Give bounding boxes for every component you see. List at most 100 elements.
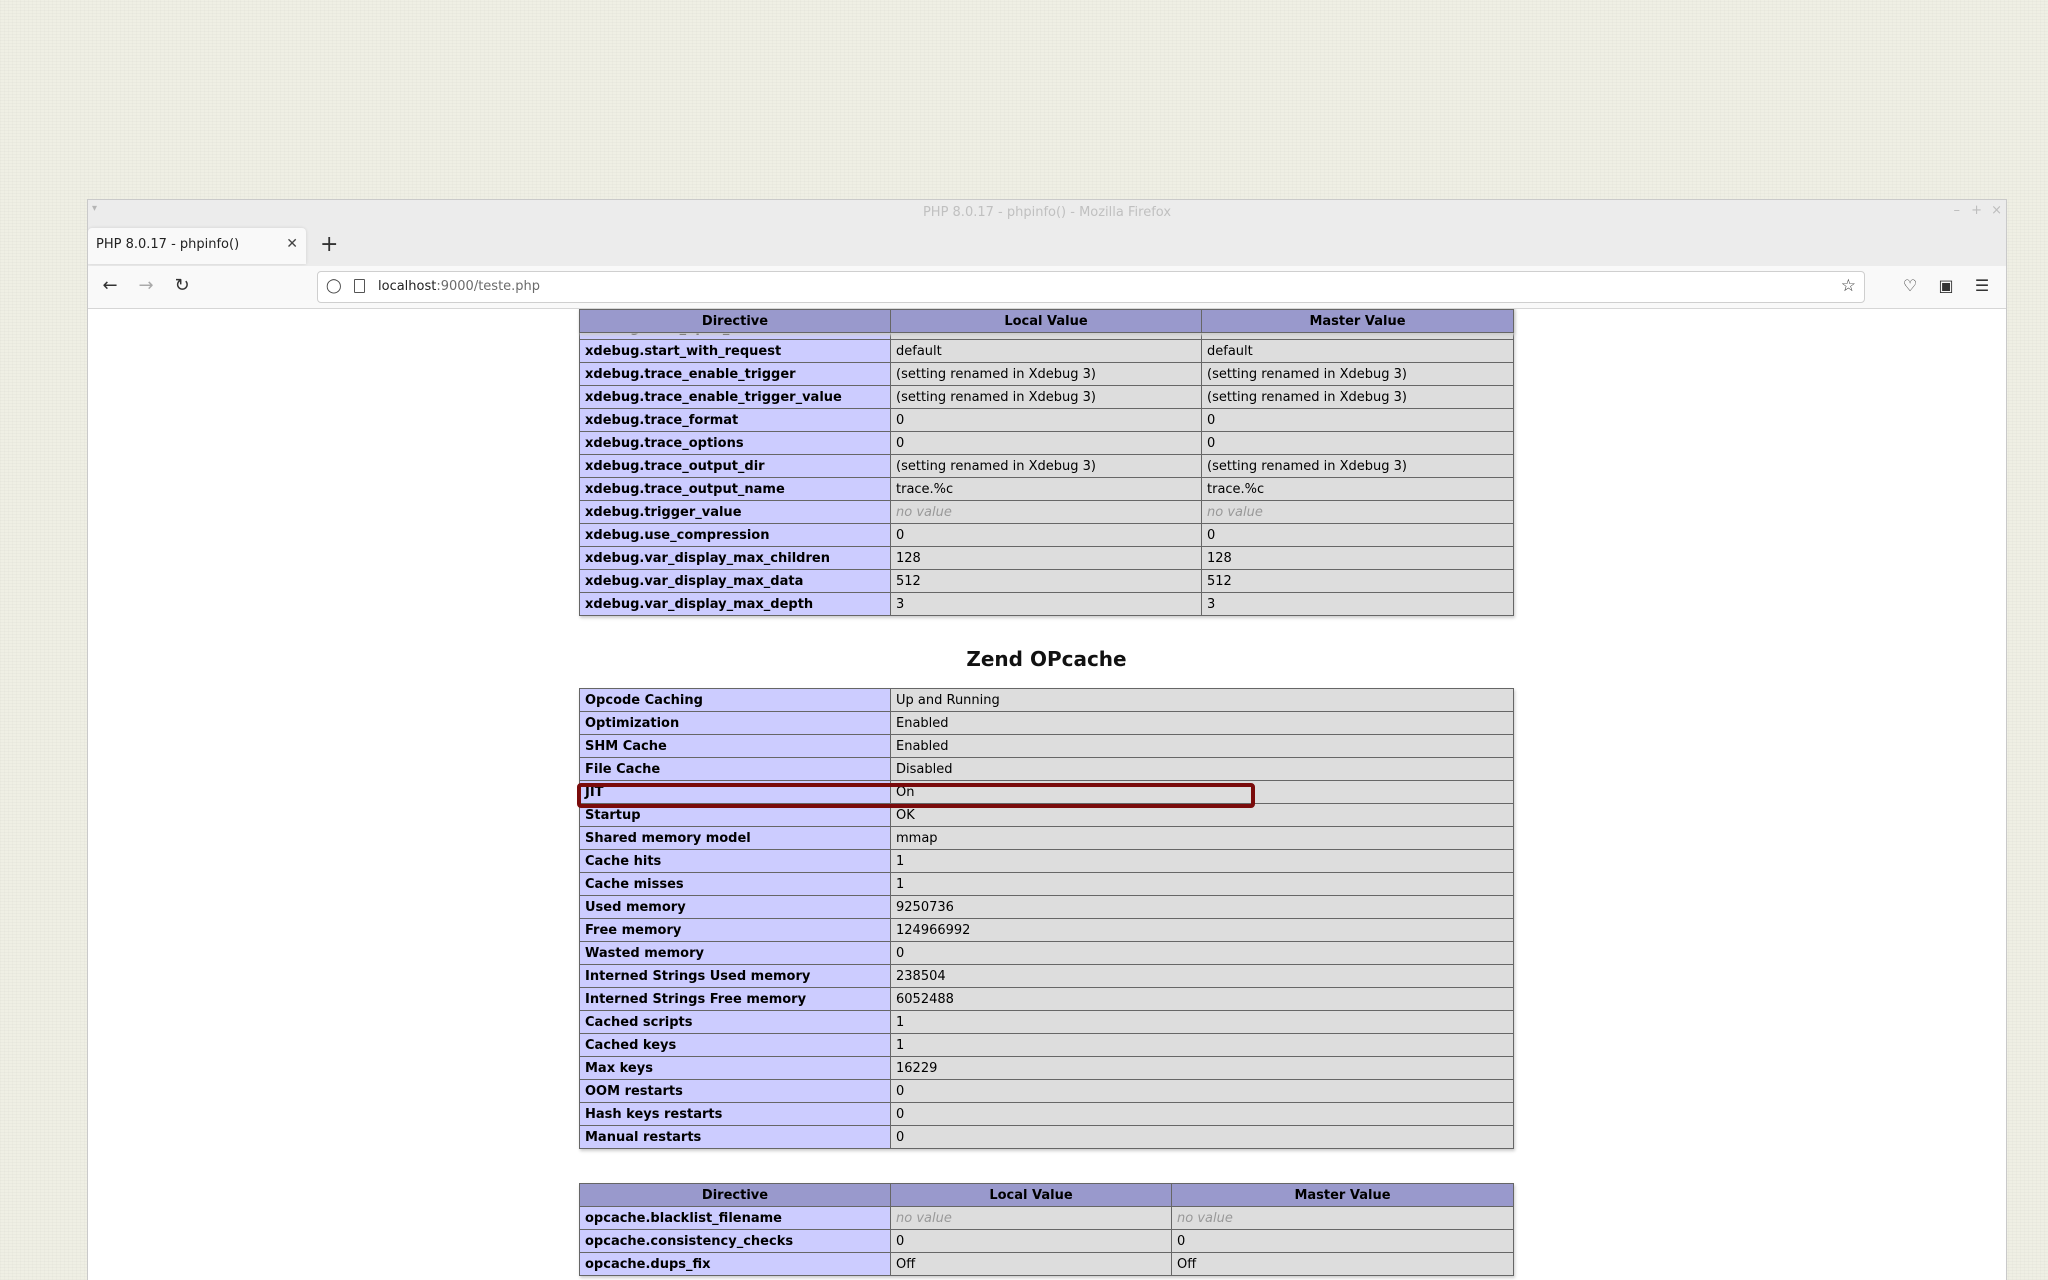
table-row: opcache.blacklist_filename no value no val… [579, 1206, 1514, 1230]
directive-cell: Hash keys restarts [579, 1102, 891, 1126]
table-row: Optimization Enabled [579, 711, 1514, 735]
tab-phpinfo[interactable]: PHP 8.0.17 - phpinfo() ✕ [88, 228, 306, 264]
directive-cell: xdebug.trigger_value [579, 500, 891, 524]
section-title-zend-opcache: Zend OPcache [966, 647, 1127, 671]
title-bar: ▾ PHP 8.0.17 - phpinfo() - Mozilla Firef… [88, 200, 2006, 227]
local-value-cell: 124966992 [890, 918, 1514, 942]
directive-cell: opcache.dups_fix [579, 1252, 891, 1276]
account-icon[interactable]: ▣ [1934, 275, 1958, 297]
directive-cell: xdebug.trace_output_name [579, 477, 891, 501]
directive-cell: xdebug.use_compression [579, 523, 891, 547]
directive-cell: opcache.blacklist_filename [579, 1206, 891, 1230]
local-value-cell: 3 [890, 592, 1202, 616]
directive-cell: Interned Strings Used memory [579, 964, 891, 988]
back-arrow-icon[interactable]: ← [98, 275, 122, 297]
table-row: File Cache Disabled [579, 757, 1514, 781]
table-row: xdebug.trigger_value no value no value [579, 500, 1514, 524]
xdebug-directives-table: Directive Local Value Master Value xdebu… [579, 309, 1514, 616]
navigation-bar: ← → ↻ ◯ localhost:9000/teste.php ☆ ♡ ▣ ☰ [88, 266, 2006, 309]
local-value-cell: 0 [890, 941, 1514, 965]
table-row: xdebug.use_compression 0 0 [579, 523, 1514, 547]
table-row: xdebug.trace_enable_trigger (setting rena… [579, 362, 1514, 386]
table-row: xdebug.var_display_max_data 512 512 [579, 569, 1514, 593]
directive-cell: Interned Strings Free memory [579, 987, 891, 1011]
table-row: xdebug.trace_output_name trace.%c trace.%c [579, 477, 1514, 501]
minimize-icon[interactable]: – [1954, 203, 1961, 218]
table-row: Opcode Caching Up and Running [579, 688, 1514, 712]
url-text[interactable]: localhost:9000/teste.php [378, 279, 540, 294]
table-row: opcache.dups_fix Off Off [579, 1252, 1514, 1276]
table-row: Wasted memory 0 [579, 941, 1514, 965]
local-value-cell: default [890, 339, 1202, 363]
table-row: Manual restarts 0 [579, 1125, 1514, 1149]
pocket-icon[interactable]: ♡ [1898, 275, 1922, 297]
master-value-cell: (setting renamed in Xdebug 3) [1201, 385, 1514, 409]
forward-arrow-icon[interactable]: → [134, 275, 158, 297]
directive-cell: SHM Cache [579, 734, 891, 758]
sticky-header-master-value: Master Value [1201, 309, 1514, 333]
table-row: xdebug.trace_enable_trigger_value (settin… [579, 385, 1514, 409]
window-title: PHP 8.0.17 - phpinfo() - Mozilla Firefox [922, 205, 1172, 220]
url-path: :9000/teste.php [436, 279, 541, 294]
maximize-icon[interactable]: + [1971, 203, 1982, 218]
table-row: xdebug.trace_format 0 0 [579, 408, 1514, 432]
local-value-cell: 128 [890, 546, 1202, 570]
table-row: Interned Strings Free memory 6052488 [579, 987, 1514, 1011]
local-value-cell: 0 [890, 1229, 1172, 1253]
tab-bar: PHP 8.0.17 - phpinfo() ✕ + [88, 226, 2006, 266]
reload-icon[interactable]: ↻ [170, 275, 194, 297]
shield-icon[interactable]: ◯ [326, 278, 342, 294]
directive-cell: Cache misses [579, 872, 891, 896]
master-value-cell: no value [1171, 1206, 1514, 1230]
table-row: Max keys 16229 [579, 1056, 1514, 1080]
page-icon [354, 279, 365, 293]
close-window-icon[interactable]: × [1991, 203, 2002, 218]
table-row: xdebug.var_display_max_depth 3 3 [579, 592, 1514, 616]
directive-cell: Free memory [579, 918, 891, 942]
directive-cell: xdebug.start_with_request [579, 339, 891, 363]
sticky-header-directive: Directive [579, 309, 891, 333]
table-row: Hash keys restarts 0 [579, 1102, 1514, 1126]
directive-cell: xdebug.trace_enable_trigger [579, 362, 891, 386]
bookmark-star-icon[interactable]: ☆ [1841, 276, 1856, 296]
directive-cell: Optimization [579, 711, 891, 735]
local-value-cell: 0 [890, 1125, 1514, 1149]
directive-cell: xdebug.var_display_max_children [579, 546, 891, 570]
master-value-cell: Off [1171, 1252, 1514, 1276]
table-row: Free memory 124966992 [579, 918, 1514, 942]
directive-cell: xdebug.var_display_max_data [579, 569, 891, 593]
close-tab-icon[interactable]: ✕ [286, 236, 298, 252]
local-value-cell: 6052488 [890, 987, 1514, 1011]
url-bar[interactable]: ◯ localhost:9000/teste.php ☆ [317, 271, 1865, 303]
local-value-cell: (setting renamed in Xdebug 3) [890, 385, 1202, 409]
table-row: xdebug.trace_output_dir (setting renamed … [579, 454, 1514, 478]
local-value-cell: 1 [890, 849, 1514, 873]
master-value-cell: 0 [1201, 523, 1514, 547]
master-value-cell: (setting renamed in Xdebug 3) [1201, 362, 1514, 386]
directive-cell: Shared memory model [579, 826, 891, 850]
local-value-cell: 512 [890, 569, 1202, 593]
local-value-cell: 16229 [890, 1056, 1514, 1080]
new-tab-icon[interactable]: + [320, 232, 338, 258]
directive-cell: xdebug.trace_output_dir [579, 454, 891, 478]
directive-cell: opcache.consistency_checks [579, 1229, 891, 1253]
master-value-cell: 0 [1201, 431, 1514, 455]
local-value-cell: 0 [890, 408, 1202, 432]
directive-cell: Cached scripts [579, 1010, 891, 1034]
master-value-cell: (setting renamed in Xdebug 3) [1201, 454, 1514, 478]
local-value-cell: Disabled [890, 757, 1514, 781]
local-value-cell: 0 [890, 431, 1202, 455]
directive-cell: Cached keys [579, 1033, 891, 1057]
directive-cell: Wasted memory [579, 941, 891, 965]
table-row: xdebug.trace_options 0 0 [579, 431, 1514, 455]
jit-highlight-annotation [577, 783, 1255, 808]
hamburger-menu-icon[interactable]: ☰ [1970, 275, 1994, 297]
table-header-row: Directive Local Value Master Value [579, 1183, 1514, 1207]
page-content: Directive Local Value Master Value xdebu… [88, 309, 2006, 1280]
master-value-cell: 0 [1171, 1229, 1514, 1253]
table-row: Shared memory model mmap [579, 826, 1514, 850]
table-row: xdebug.start_with_request default default [579, 339, 1514, 363]
directive-cell: xdebug.trace_options [579, 431, 891, 455]
local-value-cell: no value [890, 500, 1202, 524]
local-value-cell: (setting renamed in Xdebug 3) [890, 362, 1202, 386]
